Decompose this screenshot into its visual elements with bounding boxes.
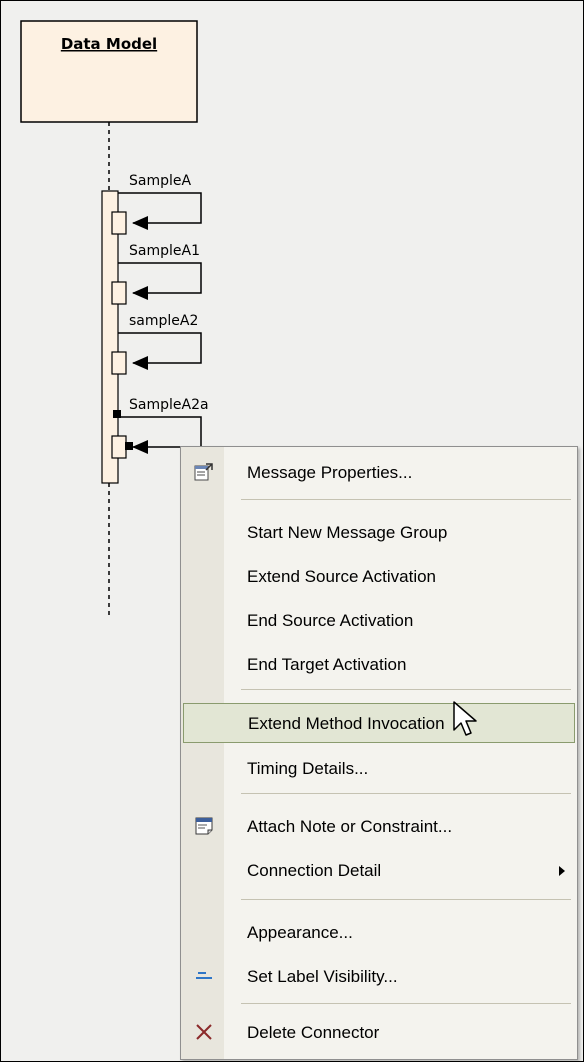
nested-activation[interactable] (111, 351, 127, 375)
note-icon (191, 813, 217, 839)
menu-item-label: Set Label Visibility... (247, 967, 398, 986)
self-message-line[interactable] (118, 332, 202, 364)
menu-item-end-target-activation[interactable]: End Target Activation (183, 645, 575, 685)
menu-item-end-source-activation[interactable]: End Source Activation (183, 601, 575, 641)
menu-item-label: Attach Note or Constraint... (247, 817, 453, 836)
self-message-line[interactable] (118, 262, 202, 294)
context-menu: Message Properties... Start New Message … (180, 446, 578, 1060)
arrow-head (132, 440, 148, 454)
menu-item-label: End Target Activation (247, 655, 407, 674)
menu-item-connection-detail[interactable]: Connection Detail (183, 851, 575, 891)
menu-item-label: Start New Message Group (247, 523, 448, 542)
menu-separator (241, 499, 571, 500)
menu-item-label: Connection Detail (247, 861, 382, 880)
menu-separator (241, 793, 571, 794)
properties-icon (191, 459, 217, 485)
lifeline-title: Data Model (61, 35, 157, 53)
menu-item-delete-connector[interactable]: Delete Connector (183, 1013, 575, 1053)
menu-item-label: End Source Activation (247, 611, 414, 630)
menu-item-timing-details[interactable]: Timing Details... (183, 749, 575, 789)
submenu-arrow-icon (559, 866, 565, 876)
menu-separator (241, 1003, 571, 1004)
delete-icon (191, 1019, 217, 1045)
menu-item-set-label-visibility[interactable]: Set Label Visibility... (183, 957, 575, 997)
menu-item-label: Message Properties... (247, 463, 413, 482)
arrow-head (132, 216, 148, 230)
menu-item-extend-method-invocation[interactable]: Extend Method Invocation (183, 703, 575, 743)
menu-item-label: Extend Method Invocation (248, 714, 445, 733)
nested-activation[interactable] (111, 211, 127, 235)
selection-handle[interactable] (125, 442, 133, 450)
label-visibility-icon (191, 963, 217, 989)
menu-item-attach-note-or-constraint[interactable]: Attach Note or Constraint... (183, 807, 575, 847)
arrow-head (132, 286, 148, 300)
menu-item-label: Timing Details... (247, 759, 369, 778)
menu-separator (241, 689, 571, 690)
nested-activation[interactable] (111, 435, 127, 459)
menu-item-extend-source-activation[interactable]: Extend Source Activation (183, 557, 575, 597)
message-label: SampleA2a (129, 397, 209, 413)
menu-item-start-new-message-group[interactable]: Start New Message Group (183, 513, 575, 553)
menu-item-label: Appearance... (247, 923, 353, 942)
menu-item-label: Delete Connector (247, 1023, 380, 1042)
message-label: SampleA (129, 173, 191, 189)
nested-activation[interactable] (111, 281, 127, 305)
self-message-line[interactable] (118, 192, 202, 224)
menu-item-appearance[interactable]: Appearance... (183, 913, 575, 953)
menu-item-label: Extend Source Activation (247, 567, 437, 586)
selection-handle[interactable] (113, 410, 121, 418)
menu-item-message-properties[interactable]: Message Properties... (183, 453, 575, 493)
mouse-pointer-icon (453, 701, 477, 736)
menu-separator (241, 899, 571, 900)
message-label: sampleA2 (129, 313, 198, 329)
arrow-head (132, 356, 148, 370)
message-label: SampleA1 (129, 243, 200, 259)
